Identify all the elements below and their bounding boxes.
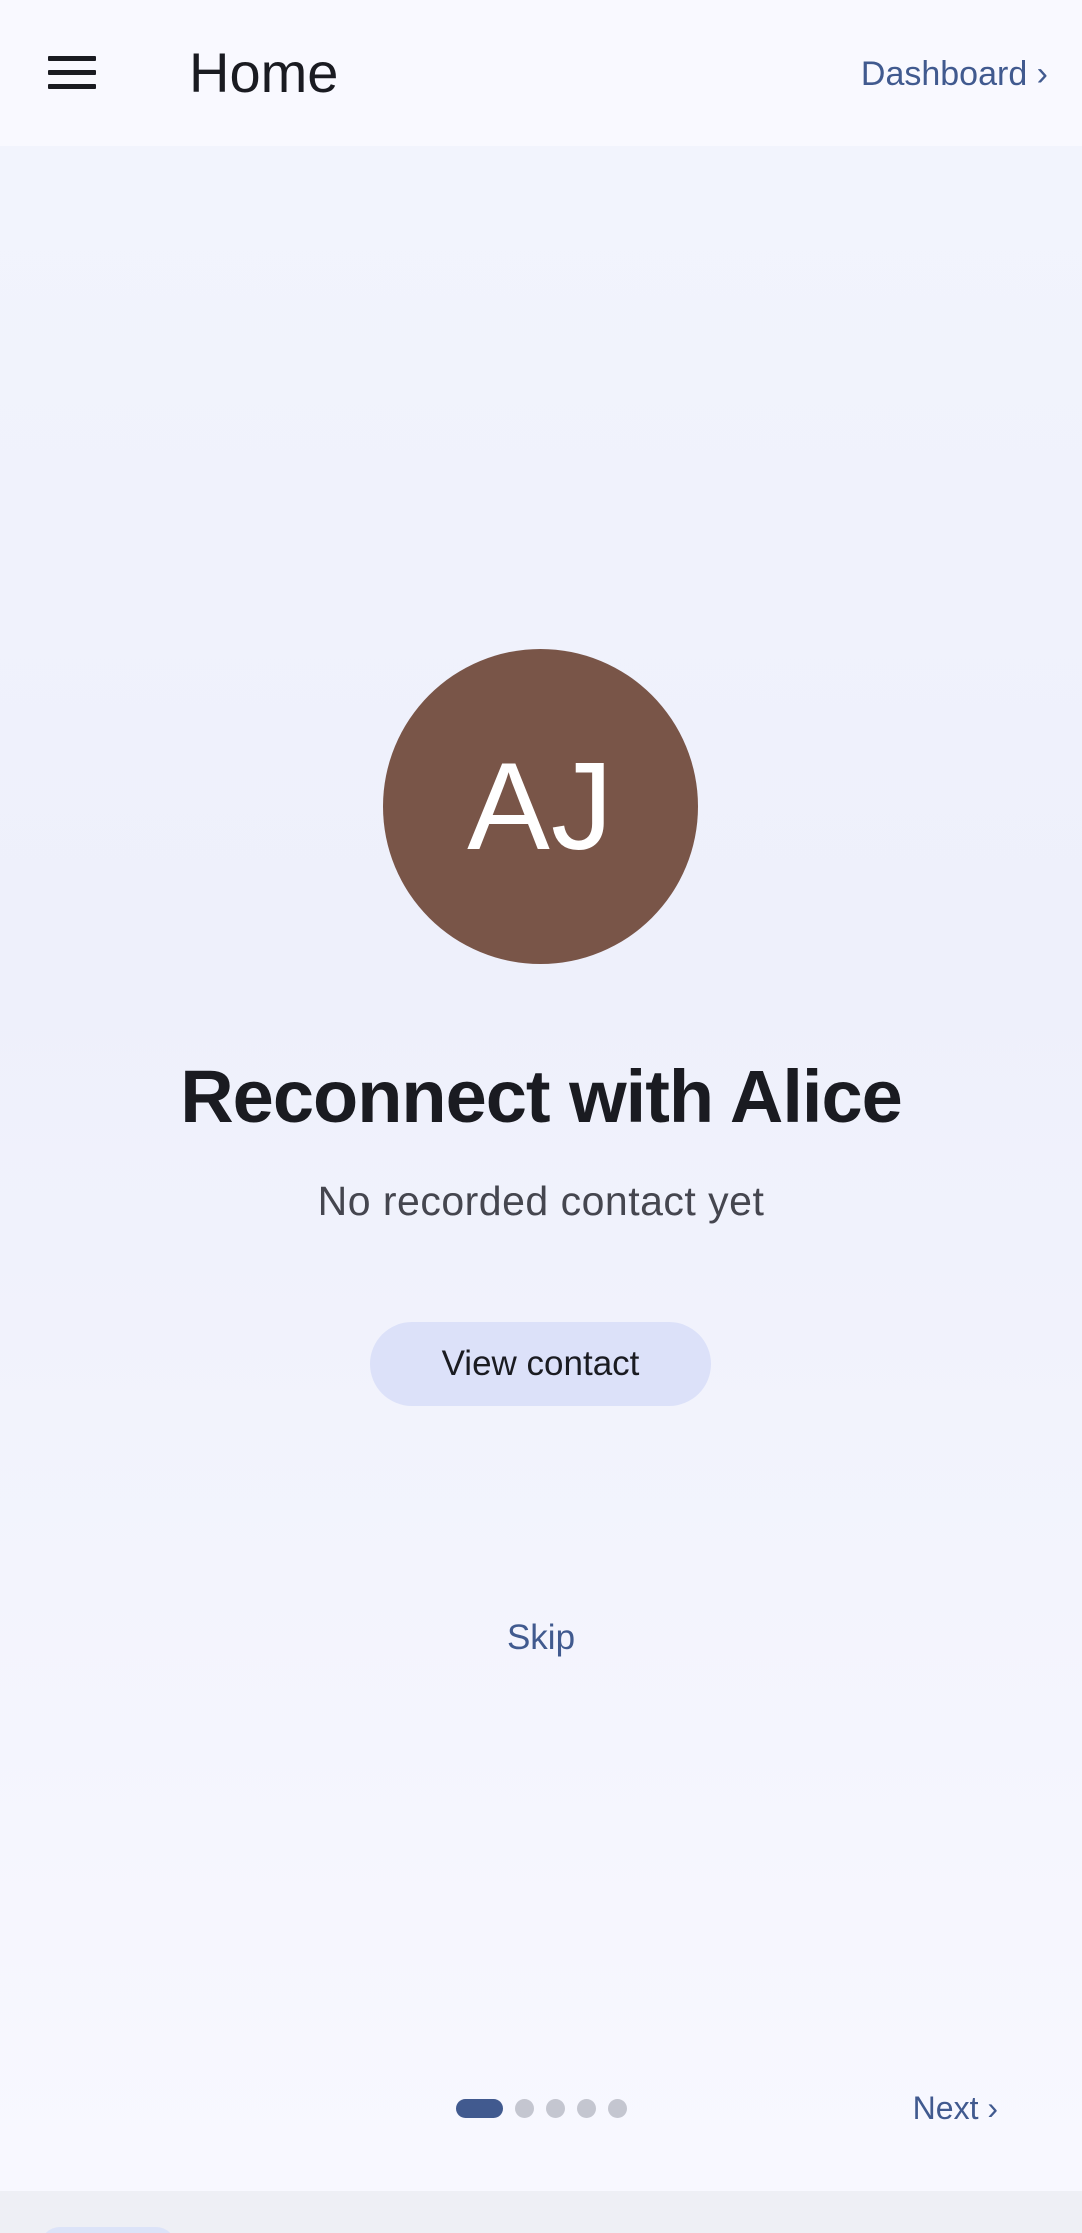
contact-avatar: AJ [383, 649, 698, 964]
bottom-navigation-bar [0, 2191, 1082, 2233]
page-dot [608, 2098, 627, 2118]
nav-item-active-indicator[interactable] [40, 2227, 176, 2233]
page-dot [546, 2098, 565, 2118]
menu-icon-bar [48, 84, 96, 89]
page-dot [515, 2098, 534, 2118]
menu-icon-bar [48, 70, 96, 75]
menu-icon-bar [48, 56, 96, 61]
main-content: AJ Reconnect with Alice No recorded cont… [0, 146, 1082, 2191]
page-indicator [456, 2098, 627, 2118]
skip-button[interactable]: Skip [441, 1608, 641, 1668]
top-app-bar: Home Dashboard › [0, 0, 1082, 146]
next-button[interactable]: Next › [913, 2088, 998, 2128]
dashboard-link[interactable]: Dashboard › [861, 52, 1048, 96]
subtext: No recorded contact yet [317, 1178, 765, 1224]
page-title: Home [189, 41, 339, 104]
app-screen: Home Dashboard › AJ Reconnect with Alice… [0, 0, 1082, 2233]
page-dot-active [456, 2098, 503, 2118]
page-dot [577, 2098, 596, 2118]
hamburger-menu-icon[interactable] [48, 54, 98, 92]
view-contact-button[interactable]: View contact [370, 1322, 711, 1406]
avatar-initials: AJ [467, 737, 614, 876]
headline: Reconnect with Alice [180, 1055, 903, 1138]
